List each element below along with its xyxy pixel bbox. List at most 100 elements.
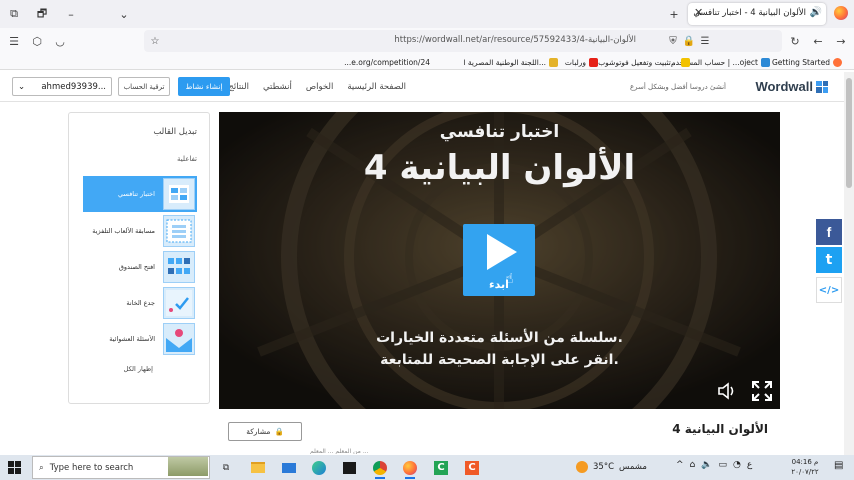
navigation-bar: ☰ ⬡ ◡ ☆ https://wordwall.net/ar/resource… [0,28,854,54]
spin-quiz-icon [163,323,195,355]
url-bar[interactable]: ☆ https://wordwall.net/ar/resource/57592… [144,30,782,52]
pocket-icon[interactable]: ◡ [51,32,69,50]
template-item-open-box[interactable]: افتح الصندوق [83,249,197,285]
bookmark-competition[interactable]: ...e.org/competition/24 [344,56,430,68]
play-icon [487,234,517,270]
template-item-gameshow[interactable]: مسابقة الألعاب التلفزية [83,213,197,249]
description-line-1: سلسلة من الأسئلة متعددة الخيارات. [376,330,623,346]
firefox-tab-icon[interactable] [834,6,848,20]
clock[interactable]: 04:16 م ٢٠/٠٧/٢٢ [790,457,820,477]
active-browser-tab[interactable]: ✕ الألوان البيانية 4 - اختبار تنافسي 🔊 [688,3,826,25]
reload-icon[interactable]: ↻ [786,32,804,50]
task-view-icon[interactable]: ⧉ [216,458,236,477]
template-item-quiz[interactable]: اختبار تنافسي [83,176,197,212]
menu-icon[interactable]: ☰ [5,32,23,50]
tracking-shield-icon[interactable]: ⛨ [666,34,680,48]
activity-title-overlay: الألوان البيانية 4 [363,148,636,188]
share-label: مشاركة [246,427,271,436]
sound-icon[interactable] [717,382,739,400]
url-text[interactable]: https://wordwall.net/ar/resource/5759243… [394,35,636,45]
windows-taskbar: ⌕ Type here to search ⧉ C C 35°C مشمس ^ … [0,455,854,480]
battery-icon[interactable]: ▭ [718,460,727,470]
template-item-spin-quiz[interactable]: الأسئلة العشوائية [83,321,197,357]
fullscreen-icon[interactable] [751,380,773,402]
network-icon[interactable]: ⌂ [690,460,696,470]
bookmark-photoshop[interactable]: تثبيت وتفعيل فوتوشوب... [598,56,690,68]
lock-icon[interactable]: 🔒 [682,34,696,48]
activity-player[interactable]: اختبار تنافسي الألوان البيانية 4 ابدء ☝ … [219,112,780,409]
weather-widget[interactable]: 35°C مشمس [576,461,647,473]
activity-type-label: اختبار تنافسي [439,122,560,142]
embed-code-icon: </> [818,284,840,296]
camtasia-green-icon[interactable]: C [431,458,451,477]
firefox-view-icon[interactable]: ⧉ [5,5,23,23]
scrollbar-thumb[interactable] [846,78,852,188]
search-icon: ⌕ [39,462,44,473]
template-switch-panel: تبديل القالب تفاعلية اختبار تنافسي مسابق… [68,112,210,404]
nav-home[interactable]: الصفحة الرئيسية [347,82,406,92]
search-placeholder: Type here to search [49,462,134,473]
template-item-label: جدع الخانة [126,299,155,307]
user-menu[interactable]: ⌄ ahmed93939... [12,77,112,96]
store-icon[interactable] [339,458,359,477]
chrome-icon[interactable] [370,458,390,479]
open-box-icon [163,251,195,283]
template-item-label: مسابقة الألعاب التلفزية [92,227,155,235]
mail-icon[interactable] [279,458,299,477]
browser-tab-strip: ⧉ 🗗 – ⌄ + ✕ الألوان البيانية 4 - اختبار … [0,0,854,28]
share-facebook-button[interactable]: f [816,219,842,245]
wifi-icon[interactable]: ◔ [733,460,741,470]
list-all-tabs-icon[interactable]: ⌄ [115,5,133,23]
camtasia-orange-icon[interactable]: C [462,458,482,477]
youtube-icon [589,57,598,67]
share-twitter-button[interactable]: t [816,247,842,273]
firefox-icon[interactable] [400,458,420,479]
bookmark-star-icon[interactable]: ☆ [148,34,162,48]
panel-subtitle: تفاعلية [177,155,197,163]
quiz-icon [163,178,195,210]
show-hidden-icons[interactable]: ^ [676,460,684,470]
nav-my-activities[interactable]: أنشطتي [263,82,292,92]
back-arrow-icon[interactable]: → [832,32,850,50]
firefox-icon [833,57,842,67]
activity-description: سلسلة من الأسئلة متعددة الخيارات. انقر ع… [219,328,780,371]
wordwall-tagline: أنشئ دروسا أفضل وبشكل أسرع [629,83,726,91]
extensions-icon[interactable]: ⬡ [28,32,46,50]
bookmark-youtube[interactable]: ورلبات [565,56,598,68]
warning-icon [681,57,690,67]
share-button[interactable]: مشاركة 🔒 [228,422,302,441]
gameshow-icon [163,215,195,247]
start-button[interactable]: ابدء [463,224,535,296]
bookmark-committee[interactable]: اللجنة الوطنية المصرية ا... [463,56,558,68]
temperature: 35°C [593,462,615,472]
create-activity-button[interactable]: إنشاء نشاط [178,77,230,96]
volume-icon[interactable]: 🔈 [701,460,712,470]
forward-arrow-icon[interactable]: ← [809,32,827,50]
nav-features[interactable]: الخواص [306,82,333,92]
template-item-tickbox[interactable]: جدع الخانة [83,285,197,321]
keyboard-language[interactable]: ع [747,460,752,470]
bookmark-getting-started[interactable]: Getting Started [772,56,842,68]
template-item-label: افتح الصندوق [118,263,155,271]
windows-start-icon[interactable] [8,461,21,474]
upgrade-account-button[interactable]: ترقية الحساب [118,77,170,96]
edge-icon[interactable] [309,458,329,477]
wordwall-logo-icon [816,80,828,93]
notification-icon[interactable]: ▤ [834,460,843,471]
show-all-link[interactable]: إظهار الكل [124,365,153,373]
speaker-icon[interactable]: 🔊 [810,7,822,18]
search-highlight-image [168,457,208,476]
template-item-label: اختبار تنافسي [117,190,155,198]
nav-results[interactable]: النتائج [228,82,249,92]
wordwall-header: Wordwall أنشئ دروسا أفضل وبشكل أسرع الصف… [0,72,844,102]
lock-icon: 🔒 [274,427,284,436]
wordwall-logo[interactable]: Wordwall [755,79,828,94]
new-tab-button[interactable]: + [665,5,683,23]
file-explorer-icon[interactable] [248,458,268,477]
page-scrollbar[interactable] [844,72,854,455]
minimize-window-icon[interactable]: 🗗 [33,5,51,23]
description-line-2: انقر على الإجابة الصحيحة للمتابعة. [380,351,619,368]
window-minimize-button[interactable]: – [62,5,80,23]
page-info-icon[interactable]: ☰ [698,34,712,48]
embed-button[interactable]: </> [816,277,842,303]
